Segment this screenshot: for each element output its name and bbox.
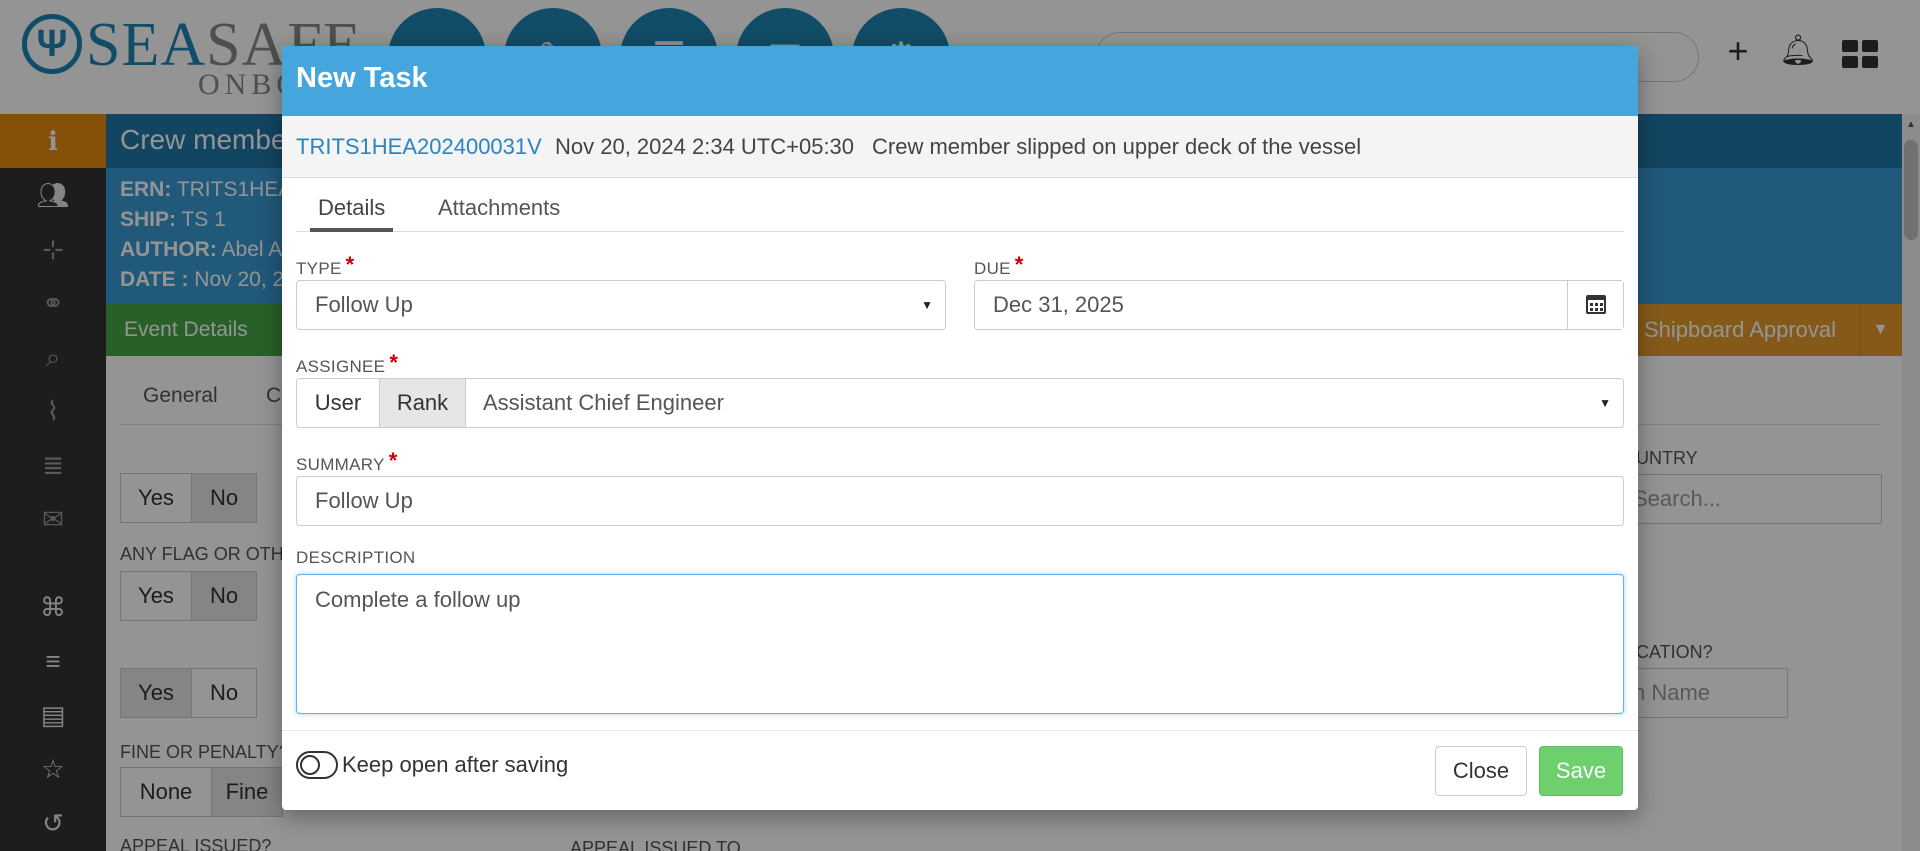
modal-title: New Task	[296, 62, 428, 94]
assignee-rank-toggle[interactable]: Rank	[380, 379, 466, 427]
close-button[interactable]: Close	[1435, 746, 1527, 796]
summary-label: SUMMARY *	[296, 448, 398, 476]
event-datetime: Nov 20, 2024 2:34 UTC+05:30	[555, 134, 855, 159]
ern-link[interactable]: TRITS1HEA202400031V	[296, 134, 542, 160]
required-asterisk: *	[389, 350, 399, 375]
caret-down-icon: ▼	[921, 298, 933, 312]
tab-attachments[interactable]: Attachments	[430, 186, 568, 232]
required-asterisk: *	[1014, 252, 1024, 277]
type-label: TYPE *	[296, 252, 355, 280]
description-label: DESCRIPTION	[296, 548, 416, 567]
type-label-text: TYPE	[296, 259, 342, 278]
toggle-knob	[300, 755, 320, 775]
required-asterisk: *	[388, 448, 398, 473]
due-label: DUE *	[974, 252, 1024, 280]
summary-label-text: SUMMARY	[296, 455, 385, 474]
type-select[interactable]: Follow Up ▼	[296, 280, 946, 330]
save-button[interactable]: Save	[1539, 746, 1623, 796]
due-date-value: Dec 31, 2025	[993, 292, 1124, 317]
required-asterisk: *	[345, 252, 355, 277]
type-value: Follow Up	[315, 292, 413, 317]
modal-tabs: Details Attachments	[296, 186, 1624, 232]
calendar-button[interactable]	[1567, 281, 1623, 329]
event-description: Crew member slipped on upper deck of the…	[872, 134, 1362, 159]
assignee-field: User Rank Assistant Chief Engineer ▼	[296, 378, 1624, 428]
caret-down-icon[interactable]: ▼	[1599, 379, 1611, 427]
assignee-label: ASSIGNEE *	[296, 350, 399, 378]
assignee-label-text: ASSIGNEE	[296, 357, 386, 376]
keep-open-toggle[interactable]	[296, 751, 338, 779]
keep-open-label[interactable]: Keep open after saving	[342, 752, 568, 778]
assignee-select[interactable]: Assistant Chief Engineer	[483, 379, 724, 427]
new-task-modal: New Task TRITS1HEA202400031V Nov 20, 202…	[282, 46, 1638, 810]
summary-input[interactable]: Follow Up	[296, 476, 1624, 526]
due-label-text: DUE	[974, 259, 1011, 278]
event-summary-bar: TRITS1HEA202400031V Nov 20, 2024 2:34 UT…	[282, 116, 1638, 178]
modal-header: New Task	[282, 46, 1638, 116]
calendar-icon	[1586, 295, 1606, 314]
description-textarea[interactable]: Complete a follow up	[296, 574, 1624, 714]
tab-details[interactable]: Details	[310, 186, 394, 232]
assignee-user-toggle[interactable]: User	[297, 379, 380, 427]
due-date-field[interactable]: Dec 31, 2025	[974, 280, 1624, 330]
